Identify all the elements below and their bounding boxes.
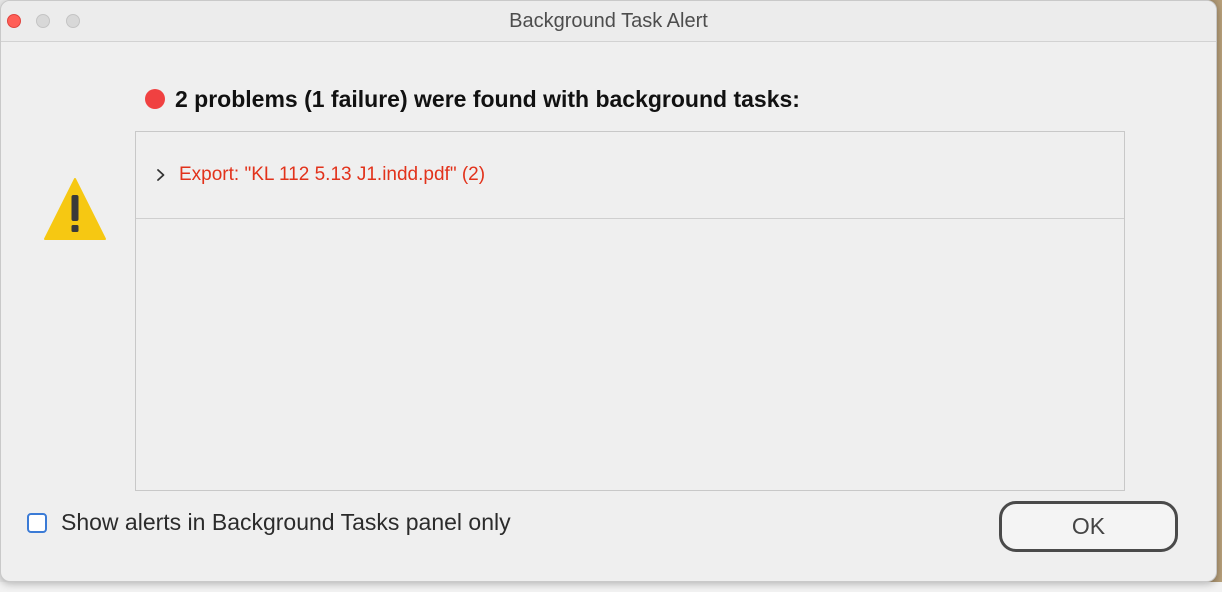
title-bar: Background Task Alert [1, 1, 1216, 42]
error-status-dot-icon [145, 89, 165, 109]
show-alerts-checkbox-label[interactable]: Show alerts in Background Tasks panel on… [61, 509, 511, 536]
show-alerts-checkbox[interactable] [27, 512, 47, 533]
background-task-alert-dialog: Background Task Alert 2 problems (1 fail… [0, 0, 1217, 582]
desktop-backdrop-bottom [0, 582, 1222, 592]
problems-summary-text: 2 problems (1 failure) were found with b… [175, 85, 800, 112]
problem-item-export[interactable]: Export: "KL 112 5.13 J1.indd.pdf" (2) [136, 132, 1124, 219]
problem-item-label: Export: "KL 112 5.13 J1.indd.pdf" (2) [179, 164, 486, 185]
chevron-right-icon[interactable] [156, 168, 166, 182]
problems-headline: 2 problems (1 failure) were found with b… [145, 85, 800, 113]
show-alerts-option[interactable]: Show alerts in Background Tasks panel on… [27, 509, 511, 536]
ok-button[interactable]: OK [999, 501, 1178, 552]
warning-triangle-icon [44, 178, 106, 240]
window-title: Background Task Alert [509, 10, 708, 32]
problems-list: Export: "KL 112 5.13 J1.indd.pdf" (2) [135, 131, 1125, 491]
